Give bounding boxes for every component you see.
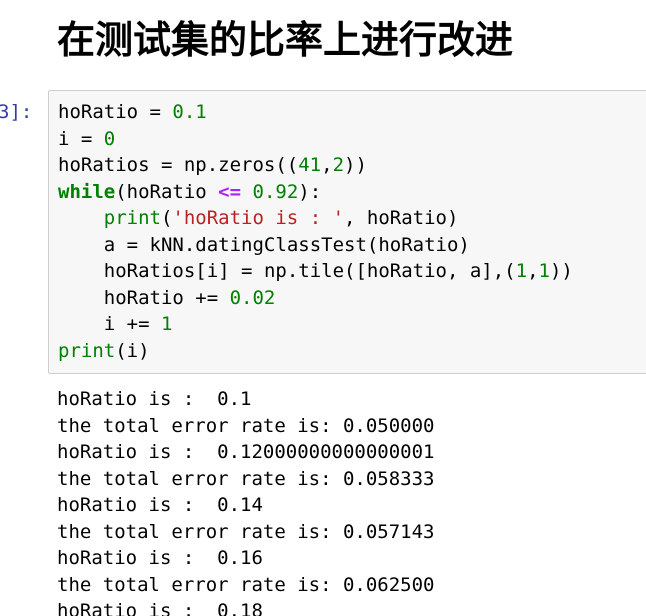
output-line: the total error rate is: 0.057143 (57, 520, 435, 543)
output-line: hoRatio is : 0.16 (57, 547, 263, 569)
code-token: ): (298, 180, 322, 203)
code-token: hoRatios[i] (103, 260, 242, 282)
code-token: (i) (115, 339, 150, 362)
code-token: hoRatio (103, 286, 196, 309)
code-cell-input[interactable]: hoRatio = 0.1 i = 0 hoRatios = np.zeros((4… (48, 90, 646, 374)
code-token: = (160, 154, 184, 176)
output-line: hoRatio is : 0.1 (57, 388, 252, 410)
code-token: 0.02 (229, 286, 276, 309)
output-line: the total error rate is: 0.062500 (57, 573, 435, 596)
output-line: the total error rate is: 0.050000 (57, 414, 435, 437)
code-token: (hoRatio (115, 180, 219, 203)
code-token: 0.1 (172, 101, 207, 123)
code-token: while (58, 180, 116, 203)
code-token: = (80, 127, 104, 150)
markdown-heading: 在测试集的比率上进行改进 (57, 18, 514, 62)
code-token: np.tile([hoRatio, a],( (263, 260, 516, 282)
code-token: += (126, 313, 161, 335)
code-token: = (241, 260, 264, 282)
code-token: 1 (160, 313, 173, 335)
code-token: 1 (515, 260, 528, 282)
code-line: hoRatio = 0.1 (58, 99, 573, 126)
code-token: 1 (538, 260, 550, 282)
code-token: 0 (103, 127, 116, 150)
code-token: += (195, 286, 230, 309)
code-line: print(i) (58, 338, 573, 365)
output-line: hoRatio is : 0.12000000000000001 (57, 441, 435, 463)
output-line: the total error rate is: 0.058333 (57, 467, 435, 490)
code-token: hoRatios (58, 154, 161, 176)
code-token: a (103, 233, 127, 256)
code-token: 0.92 (252, 180, 299, 203)
code-token: , (527, 260, 539, 282)
code-token: hoRatio (58, 101, 150, 123)
code-token: , (321, 154, 333, 176)
code-token: 'hoRatio is : ' (172, 207, 345, 229)
code-line: while(hoRatio <= 0.92): (58, 179, 573, 206)
code-token: i (58, 127, 81, 150)
code-line: i += 1 (58, 311, 573, 338)
code-token: 2 (332, 154, 345, 176)
code-line: print('hoRatio is : ', hoRatio) (58, 205, 573, 232)
code-token: = (149, 101, 173, 123)
output-line: hoRatio is : 0.18 (57, 600, 263, 616)
code-token: )) (549, 260, 573, 282)
code-line: i = 0 (58, 126, 573, 153)
cell-output: hoRatio is : 0.1 the total error rate is:… (57, 386, 435, 616)
code-line: hoRatios = np.zeros((41,2)) (58, 152, 573, 179)
code-line: hoRatio += 0.02 (58, 285, 573, 312)
code-token: ( (160, 207, 173, 229)
code-token: <= (218, 180, 242, 203)
code-token: np.zeros(( (183, 154, 299, 176)
input-prompt: 3]: (0, 101, 33, 123)
code-token: , hoRatio) (344, 207, 459, 229)
output-line: hoRatio is : 0.14 (57, 494, 263, 516)
code-token: kNN.datingClassTest(hoRatio) (149, 233, 470, 256)
code-editor[interactable]: hoRatio = 0.1 i = 0 hoRatios = np.zeros((4… (58, 99, 573, 364)
code-token: i (103, 313, 127, 335)
code-token: 41 (298, 154, 322, 176)
code-token: print (58, 339, 116, 362)
code-token: = (126, 233, 150, 256)
code-line: hoRatios[i] = np.tile([hoRatio, a],(1,1)… (58, 258, 573, 285)
code-token: print (103, 207, 161, 229)
code-line: a = kNN.datingClassTest(hoRatio) (58, 232, 573, 259)
code-token: )) (344, 154, 367, 176)
